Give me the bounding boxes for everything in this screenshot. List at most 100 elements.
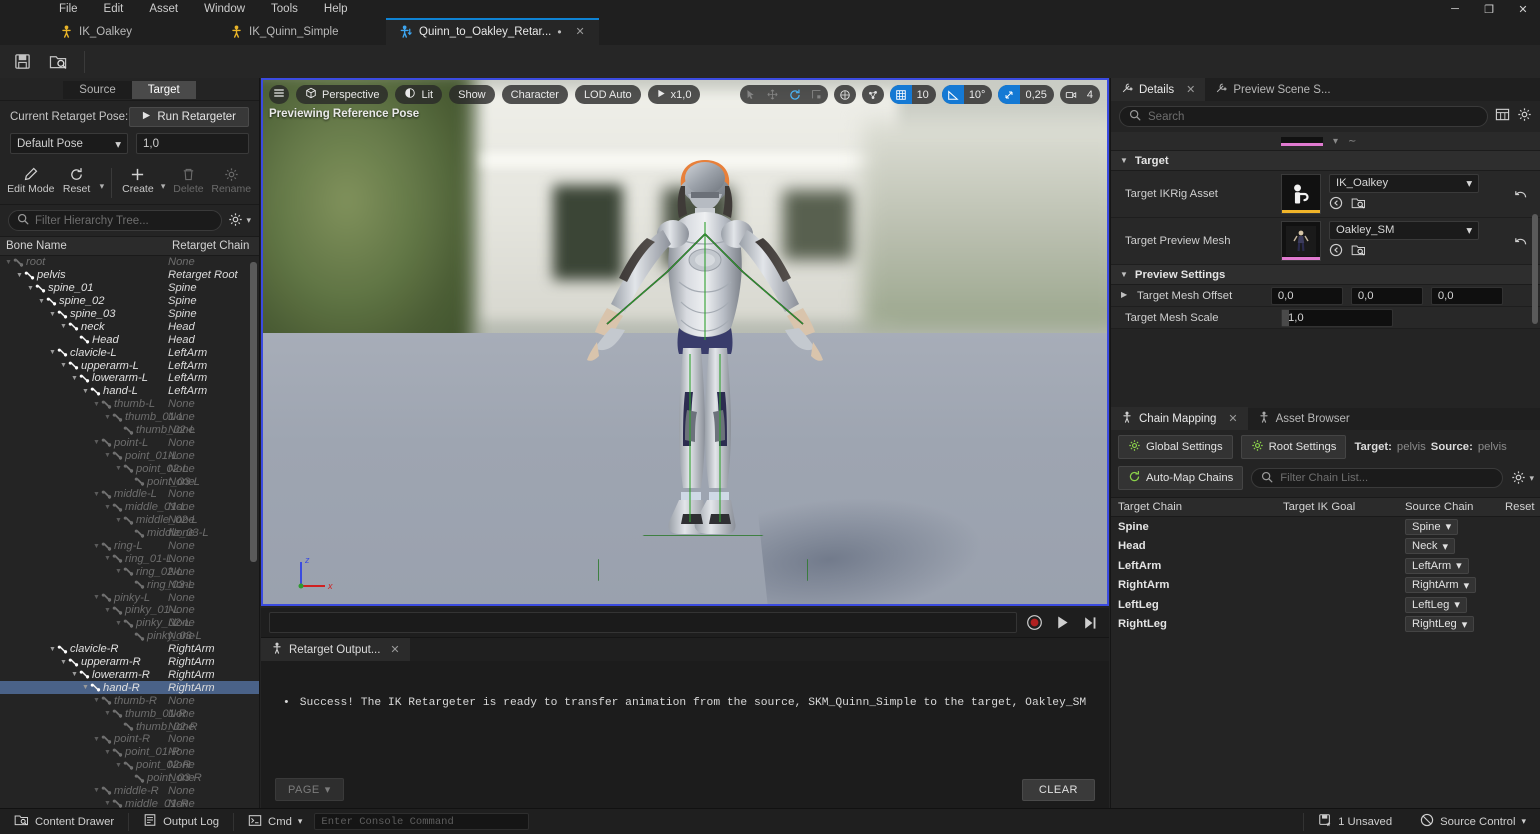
lit-button[interactable]: Lit	[395, 85, 442, 104]
camera-speed-value[interactable]: 4	[1082, 89, 1100, 101]
browse-content-icon[interactable]	[44, 49, 72, 75]
expander-chevron-down-icon[interactable]: ▼	[59, 659, 68, 666]
expander-chevron-down-icon[interactable]: ▼	[92, 736, 101, 743]
tree-row-pinky_02-l[interactable]: ▼pinky_02-LNone	[0, 617, 259, 630]
console-command-input[interactable]: Enter Console Command	[314, 813, 529, 830]
expander-chevron-down-icon[interactable]: ▼	[48, 311, 57, 318]
tree-row-root[interactable]: ▼rootNone	[0, 256, 259, 269]
cursor-select-icon[interactable]	[740, 85, 762, 104]
close-window-button[interactable]: ✕	[1506, 0, 1540, 18]
source-chain-select[interactable]: LeftLeg▾	[1405, 597, 1467, 613]
expander-chevron-down-icon[interactable]: ▼	[103, 452, 112, 459]
tree-row-lowerarm-l[interactable]: ▼lowerarm-LLeftArm	[0, 372, 259, 385]
tree-row-point_02-l[interactable]: ▼point_02-LNone	[0, 462, 259, 475]
content-drawer-button[interactable]: Content Drawer	[0, 809, 128, 834]
tree-row-pinky_01-l[interactable]: ▼pinky_01-LNone	[0, 604, 259, 617]
save-icon[interactable]	[8, 49, 36, 75]
source-toggle-button[interactable]: Source	[63, 81, 131, 99]
tree-row-ring_03-l[interactable]: ring_03-LNone	[0, 578, 259, 591]
expander-chevron-down-icon[interactable]: ▼	[92, 491, 101, 498]
expander-chevron-down-icon[interactable]: ▼	[48, 646, 57, 653]
character-button[interactable]: Character	[502, 85, 568, 104]
record-icon[interactable]	[1023, 612, 1045, 634]
close-icon[interactable]: ✕	[568, 25, 585, 38]
expander-chevron-down-icon[interactable]: ▼	[103, 555, 112, 562]
tree-row-point_02-r[interactable]: ▼point_02-RNone	[0, 759, 259, 772]
expander-chevron-down-icon[interactable]: ▼	[92, 439, 101, 446]
tree-row-point_01-l[interactable]: ▼point_01-LNone	[0, 449, 259, 462]
tree-row-thumb_02-l[interactable]: thumb_02-LNone	[0, 424, 259, 437]
expander-chevron-down-icon[interactable]: ▼	[103, 710, 112, 717]
bone-hierarchy-tree[interactable]: ▼rootNone▼pelvisRetarget Root▼spine_01Sp…	[0, 256, 259, 817]
maximize-button[interactable]: ❐	[1472, 0, 1506, 18]
tree-row-hand-l[interactable]: ▼hand-LLeftArm	[0, 385, 259, 398]
hierarchy-settings-button[interactable]: ▾	[228, 212, 251, 229]
expander-chevron-down-icon[interactable]: ▼	[92, 401, 101, 408]
expander-chevron-down-icon[interactable]: ▼	[103, 749, 112, 756]
minimize-button[interactable]: ─	[1438, 0, 1472, 18]
chain-mapping-row[interactable]: RightArmRightArm▾	[1111, 576, 1540, 596]
global-settings-button[interactable]: Global Settings	[1118, 435, 1233, 459]
preview-settings-section-header[interactable]: ▼ Preview Settings	[1111, 265, 1540, 285]
chevron-down-icon[interactable]: ▾	[298, 816, 303, 827]
tree-row-spine_01[interactable]: ▼spine_01Spine	[0, 282, 259, 295]
target-preview-mesh-select[interactable]: Oakley_SM ▾	[1329, 221, 1479, 240]
tree-row-upperarm-l[interactable]: ▼upperarm-LLeftArm	[0, 359, 259, 372]
tree-row-spine_02[interactable]: ▼spine_02Spine	[0, 295, 259, 308]
offset-x-input[interactable]: 0,0	[1271, 287, 1343, 305]
tab-asset-browser[interactable]: Asset Browser	[1248, 407, 1360, 430]
expander-chevron-down-icon[interactable]: ▼	[15, 272, 24, 279]
play-icon[interactable]	[1051, 612, 1073, 634]
tab-retarget-output[interactable]: Retarget Output... ✕	[261, 638, 410, 661]
angle-snap-icon[interactable]	[942, 85, 964, 104]
tree-row-point-l[interactable]: ▼point-LNone	[0, 436, 259, 449]
expander-chevron-down-icon[interactable]: ▼	[37, 298, 46, 305]
angle-snap-value[interactable]: 10°	[964, 89, 993, 101]
translate-gizmo-icon[interactable]	[762, 85, 784, 104]
tree-row-neck[interactable]: ▼neckHead	[0, 320, 259, 333]
output-log-button[interactable]: Output Log	[129, 809, 233, 834]
tree-row-point_03-r[interactable]: point_03-RNone	[0, 772, 259, 785]
filter-hierarchy-input[interactable]: Filter Hierarchy Tree...	[8, 210, 222, 231]
details-scrollbar[interactable]	[1532, 214, 1538, 324]
close-icon[interactable]: ✕	[1186, 83, 1195, 96]
tab-preview-scene-settings[interactable]: Preview Scene S...	[1205, 78, 1340, 101]
tree-row-thumb-r[interactable]: ▼thumb-RNone	[0, 694, 259, 707]
details-search-input[interactable]: Search	[1119, 106, 1488, 127]
world-coords-icon[interactable]	[834, 85, 856, 104]
gear-icon[interactable]	[1517, 107, 1532, 127]
menu-tools[interactable]: Tools	[258, 1, 311, 17]
tree-row-middle-l[interactable]: ▼middle-LNone	[0, 488, 259, 501]
expander-chevron-down-icon[interactable]: ▼	[114, 465, 123, 472]
bone-name-header[interactable]: Bone Name	[0, 240, 168, 252]
retarget-pose-select[interactable]: Default Pose ▾	[10, 133, 128, 154]
chain-mapping-row[interactable]: SpineSpine▾	[1111, 517, 1540, 537]
tree-row-spine_03[interactable]: ▼spine_03Spine	[0, 308, 259, 321]
source-chain-select[interactable]: Neck▾	[1405, 538, 1455, 554]
tree-row-pinky_03-l[interactable]: pinky_03-LNone	[0, 630, 259, 643]
expander-chevron-down-icon[interactable]: ▼	[48, 349, 57, 356]
world-coords-button[interactable]	[834, 85, 856, 104]
details-body[interactable]: ▾ ∼ ▼ Target Target IKRig Asset	[1111, 132, 1540, 369]
tree-row-hand-r[interactable]: ▼hand-RRightArm	[0, 681, 259, 694]
expander-chevron-down-icon[interactable]: ▼	[114, 620, 123, 627]
step-forward-icon[interactable]	[1079, 612, 1101, 634]
source-control-button[interactable]: Source Control ▾	[1406, 809, 1540, 834]
close-icon[interactable]: ✕	[1228, 412, 1237, 425]
tree-row-ring-l[interactable]: ▼ring-LNone	[0, 540, 259, 553]
expander-chevron-down-icon[interactable]: ▼	[103, 607, 112, 614]
grid-snap-value[interactable]: 10	[912, 89, 936, 101]
tree-row-head[interactable]: HeadHead	[0, 333, 259, 346]
expander-chevron-down-icon[interactable]: ▼	[70, 375, 79, 382]
source-chain-select[interactable]: Spine▾	[1405, 519, 1458, 535]
tree-row-clavicle-r[interactable]: ▼clavicle-RRightArm	[0, 643, 259, 656]
pose-blend-input[interactable]: 1,0	[136, 133, 249, 154]
tab-details[interactable]: Details ✕	[1111, 78, 1205, 101]
chain-mapping-row[interactable]: LeftLegLeftLeg▾	[1111, 595, 1540, 615]
chevron-right-icon[interactable]: ▶	[1121, 290, 1127, 299]
create-chevron-down-icon[interactable]: ▾	[159, 181, 168, 192]
character-preview-mesh[interactable]	[545, 142, 865, 602]
offset-z-input[interactable]: 0,0	[1431, 287, 1503, 305]
reset-button[interactable]: Reset	[56, 164, 98, 197]
tree-row-middle-r[interactable]: ▼middle-RNone	[0, 785, 259, 798]
